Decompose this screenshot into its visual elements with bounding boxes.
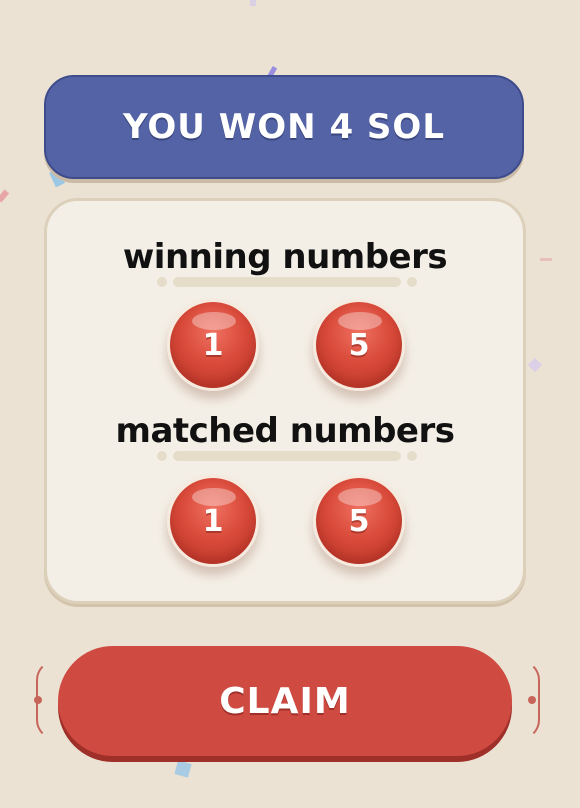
matched-number-value: 5: [348, 503, 370, 539]
claim-side-dot: [528, 696, 536, 704]
matched-number-ball: 1: [167, 475, 259, 567]
claim-side-dot: [34, 696, 42, 704]
divider-dot: [407, 277, 417, 287]
matched-number-ball: 5: [313, 475, 405, 567]
matched-numbers-heading: matched numbers: [115, 411, 455, 451]
divider-dot: [157, 451, 167, 461]
win-banner-text: YOU WON 4 SOL: [122, 107, 445, 147]
confetti-piece: [0, 189, 10, 203]
confetti-piece: [527, 357, 543, 373]
winning-number-value: 1: [202, 327, 224, 363]
confetti-piece: [174, 760, 192, 778]
claim-button[interactable]: CLAIM: [58, 646, 512, 756]
winning-number-ball: 5: [313, 299, 405, 391]
confetti-piece: [250, 0, 256, 6]
divider-dot: [407, 451, 417, 461]
winning-numbers-heading: winning numbers: [122, 237, 448, 277]
confetti-piece: [540, 258, 552, 261]
matched-number-value: 1: [202, 503, 224, 539]
matched-divider: [173, 451, 401, 461]
winning-divider: [173, 277, 401, 287]
claim-button-label: CLAIM: [219, 680, 351, 722]
winning-number-ball: 1: [167, 299, 259, 391]
divider-dot: [157, 277, 167, 287]
winning-number-value: 5: [348, 327, 370, 363]
results-card: winning numbers 1 5 matched numbers 1 5: [44, 198, 526, 604]
win-banner: YOU WON 4 SOL: [44, 75, 524, 179]
